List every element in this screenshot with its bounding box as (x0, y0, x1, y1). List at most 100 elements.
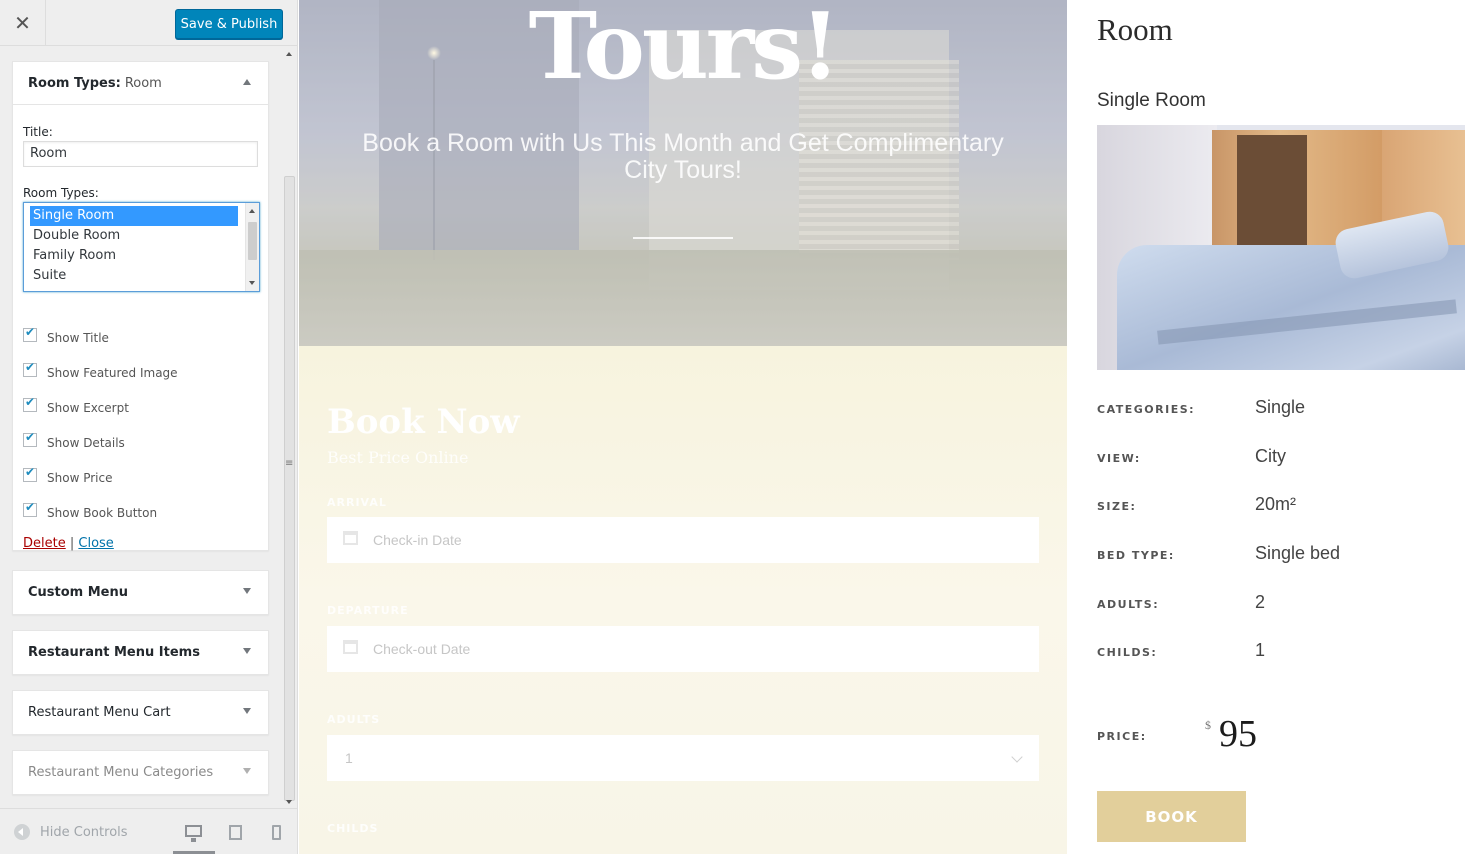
delete-link[interactable]: Delete (23, 536, 66, 551)
section-title: Restaurant Menu Items (28, 645, 200, 660)
title-label: Title: (23, 125, 53, 139)
hero-banner: Tours! Book a Room with Us This Month an… (299, 0, 1067, 346)
calendar-icon (343, 531, 358, 545)
room-type-option[interactable]: Single Room (29, 205, 239, 227)
checkbox-show-details[interactable]: Show Details (23, 430, 258, 453)
checkbox[interactable] (23, 465, 37, 482)
checkbox-label: Show Details (47, 436, 125, 450)
save-publish-button[interactable]: Save & Publish (175, 9, 283, 39)
title-input[interactable]: Room (23, 141, 258, 167)
booking-form: Book Now Best Price Online ARRIVAL Check… (299, 346, 1067, 854)
restaurant-menu-cart-section[interactable]: Restaurant Menu Cart (12, 690, 269, 735)
scroll-thumb[interactable] (248, 222, 257, 260)
section-header[interactable]: Restaurant Menu Categories (13, 751, 268, 794)
adults-value: 1 (345, 750, 353, 766)
checkbox-label: Show Title (47, 331, 109, 345)
room-types-listbox[interactable]: Single Room Double Room Family Room Suit… (23, 202, 260, 292)
checkbox-show-title[interactable]: Show Title (23, 325, 258, 348)
checkbox-show-excerpt[interactable]: Show Excerpt (23, 395, 258, 418)
desktop-icon[interactable] (185, 825, 202, 842)
section-title: Restaurant Menu Categories (28, 765, 214, 780)
room-type-option[interactable]: Suite (24, 266, 243, 286)
customizer-header: ✕ Save & Publish (0, 0, 297, 46)
mobile-icon[interactable] (272, 825, 281, 840)
room-widget-preview: Room Single Room CATEGORIES: Single VIEW… (1067, 0, 1471, 854)
spec-key: VIEW: (1097, 452, 1141, 465)
spec-key: ADULTS: (1097, 598, 1160, 611)
section-title: Restaurant Menu Cart (28, 705, 171, 720)
checkbox-label: Show Excerpt (47, 401, 129, 415)
room-types-widget-header[interactable]: Room Types: Room (13, 62, 268, 105)
close-icon: ✕ (14, 11, 31, 35)
spec-value: 2 (1255, 592, 1266, 612)
section-header[interactable]: Restaurant Menu Cart (13, 691, 268, 734)
spec-row: BED TYPE: Single bed (1097, 541, 1457, 571)
chevron-down-icon (1011, 751, 1023, 763)
checkbox-show-featured-image[interactable]: Show Featured Image (23, 360, 258, 383)
price-amount: 95 (1219, 713, 1257, 755)
site-preview: Tours! Book a Room with Us This Month an… (299, 0, 1471, 854)
checkbox-label: Show Book Button (47, 506, 158, 520)
separator: | (69, 536, 75, 551)
adults-select[interactable]: 1 (327, 735, 1039, 781)
section-title: Custom Menu (28, 585, 129, 600)
sidebar-scrollbar[interactable] (282, 46, 297, 808)
spec-value: 20m² (1255, 494, 1297, 514)
close-customizer-button[interactable]: ✕ (0, 0, 46, 46)
collapse-sidebar-icon (14, 824, 30, 840)
collapse-arrow-icon[interactable] (243, 79, 251, 85)
restaurant-menu-categories-section[interactable]: Restaurant Menu Categories (12, 750, 269, 795)
restaurant-menu-items-section[interactable]: Restaurant Menu Items (12, 630, 269, 675)
hide-controls-button[interactable]: Hide Controls (14, 824, 128, 840)
room-widget-title: Room (1097, 12, 1173, 47)
spec-key: CATEGORIES: (1097, 403, 1196, 416)
expand-arrow-icon[interactable] (243, 768, 251, 774)
checkbox[interactable] (23, 395, 37, 412)
booking-title: Book Now (327, 402, 520, 442)
section-header[interactable]: Restaurant Menu Items (13, 631, 268, 674)
calendar-icon (343, 640, 358, 654)
room-name-link[interactable]: Single Room (1097, 90, 1206, 112)
checkout-date-field[interactable]: Check-out Date (327, 626, 1039, 672)
widget-title-value: Room (124, 75, 162, 91)
checkbox[interactable] (23, 430, 37, 447)
spec-row: VIEW: City (1097, 444, 1457, 474)
price-label: PRICE: (1097, 730, 1147, 743)
scroll-down-icon[interactable] (286, 800, 292, 804)
scroll-up-icon[interactable] (286, 52, 292, 56)
checkbox[interactable] (23, 325, 37, 342)
widget-sections: Room Types: Room Title: Room Room Types:… (12, 61, 269, 795)
hide-controls-label: Hide Controls (40, 824, 128, 840)
scroll-up-icon[interactable] (249, 209, 255, 213)
room-type-option[interactable]: Family Room (24, 246, 243, 266)
resize-grip-icon[interactable]: ≡ (285, 458, 293, 469)
scroll-down-icon[interactable] (249, 281, 255, 285)
customizer-footer: Hide Controls (0, 808, 297, 854)
spec-row: ADULTS: 2 (1097, 590, 1457, 620)
book-button[interactable]: BOOK (1097, 791, 1246, 842)
checkbox-show-book-button[interactable]: Show Book Button (23, 500, 258, 523)
checkbox[interactable] (23, 500, 37, 517)
close-link[interactable]: Close (78, 536, 113, 551)
expand-arrow-icon[interactable] (243, 588, 251, 594)
listbox-scrollbar[interactable] (245, 203, 259, 291)
tablet-icon[interactable] (229, 825, 242, 840)
room-types-widget: Room Types: Room Title: Room Room Types:… (12, 61, 269, 551)
checkbox-show-price[interactable]: Show Price (23, 465, 258, 488)
checkin-placeholder: Check-in Date (373, 532, 462, 548)
spec-row: CATEGORIES: Single (1097, 395, 1457, 425)
checkbox[interactable] (23, 360, 37, 377)
spec-value: Single (1255, 397, 1306, 417)
custom-menu-section[interactable]: Custom Menu (12, 570, 269, 615)
hero-title: Tours! (528, 0, 841, 100)
room-featured-image[interactable] (1097, 125, 1465, 370)
section-header[interactable]: Custom Menu (13, 571, 268, 614)
expand-arrow-icon[interactable] (243, 708, 251, 714)
checkin-date-field[interactable]: Check-in Date (327, 517, 1039, 563)
spec-value: 1 (1255, 640, 1266, 660)
room-type-option[interactable]: Double Room (24, 226, 243, 246)
hero-divider (633, 237, 733, 239)
departure-label: DEPARTURE (327, 604, 409, 617)
expand-arrow-icon[interactable] (243, 648, 251, 654)
scroll-thumb[interactable] (284, 176, 295, 801)
